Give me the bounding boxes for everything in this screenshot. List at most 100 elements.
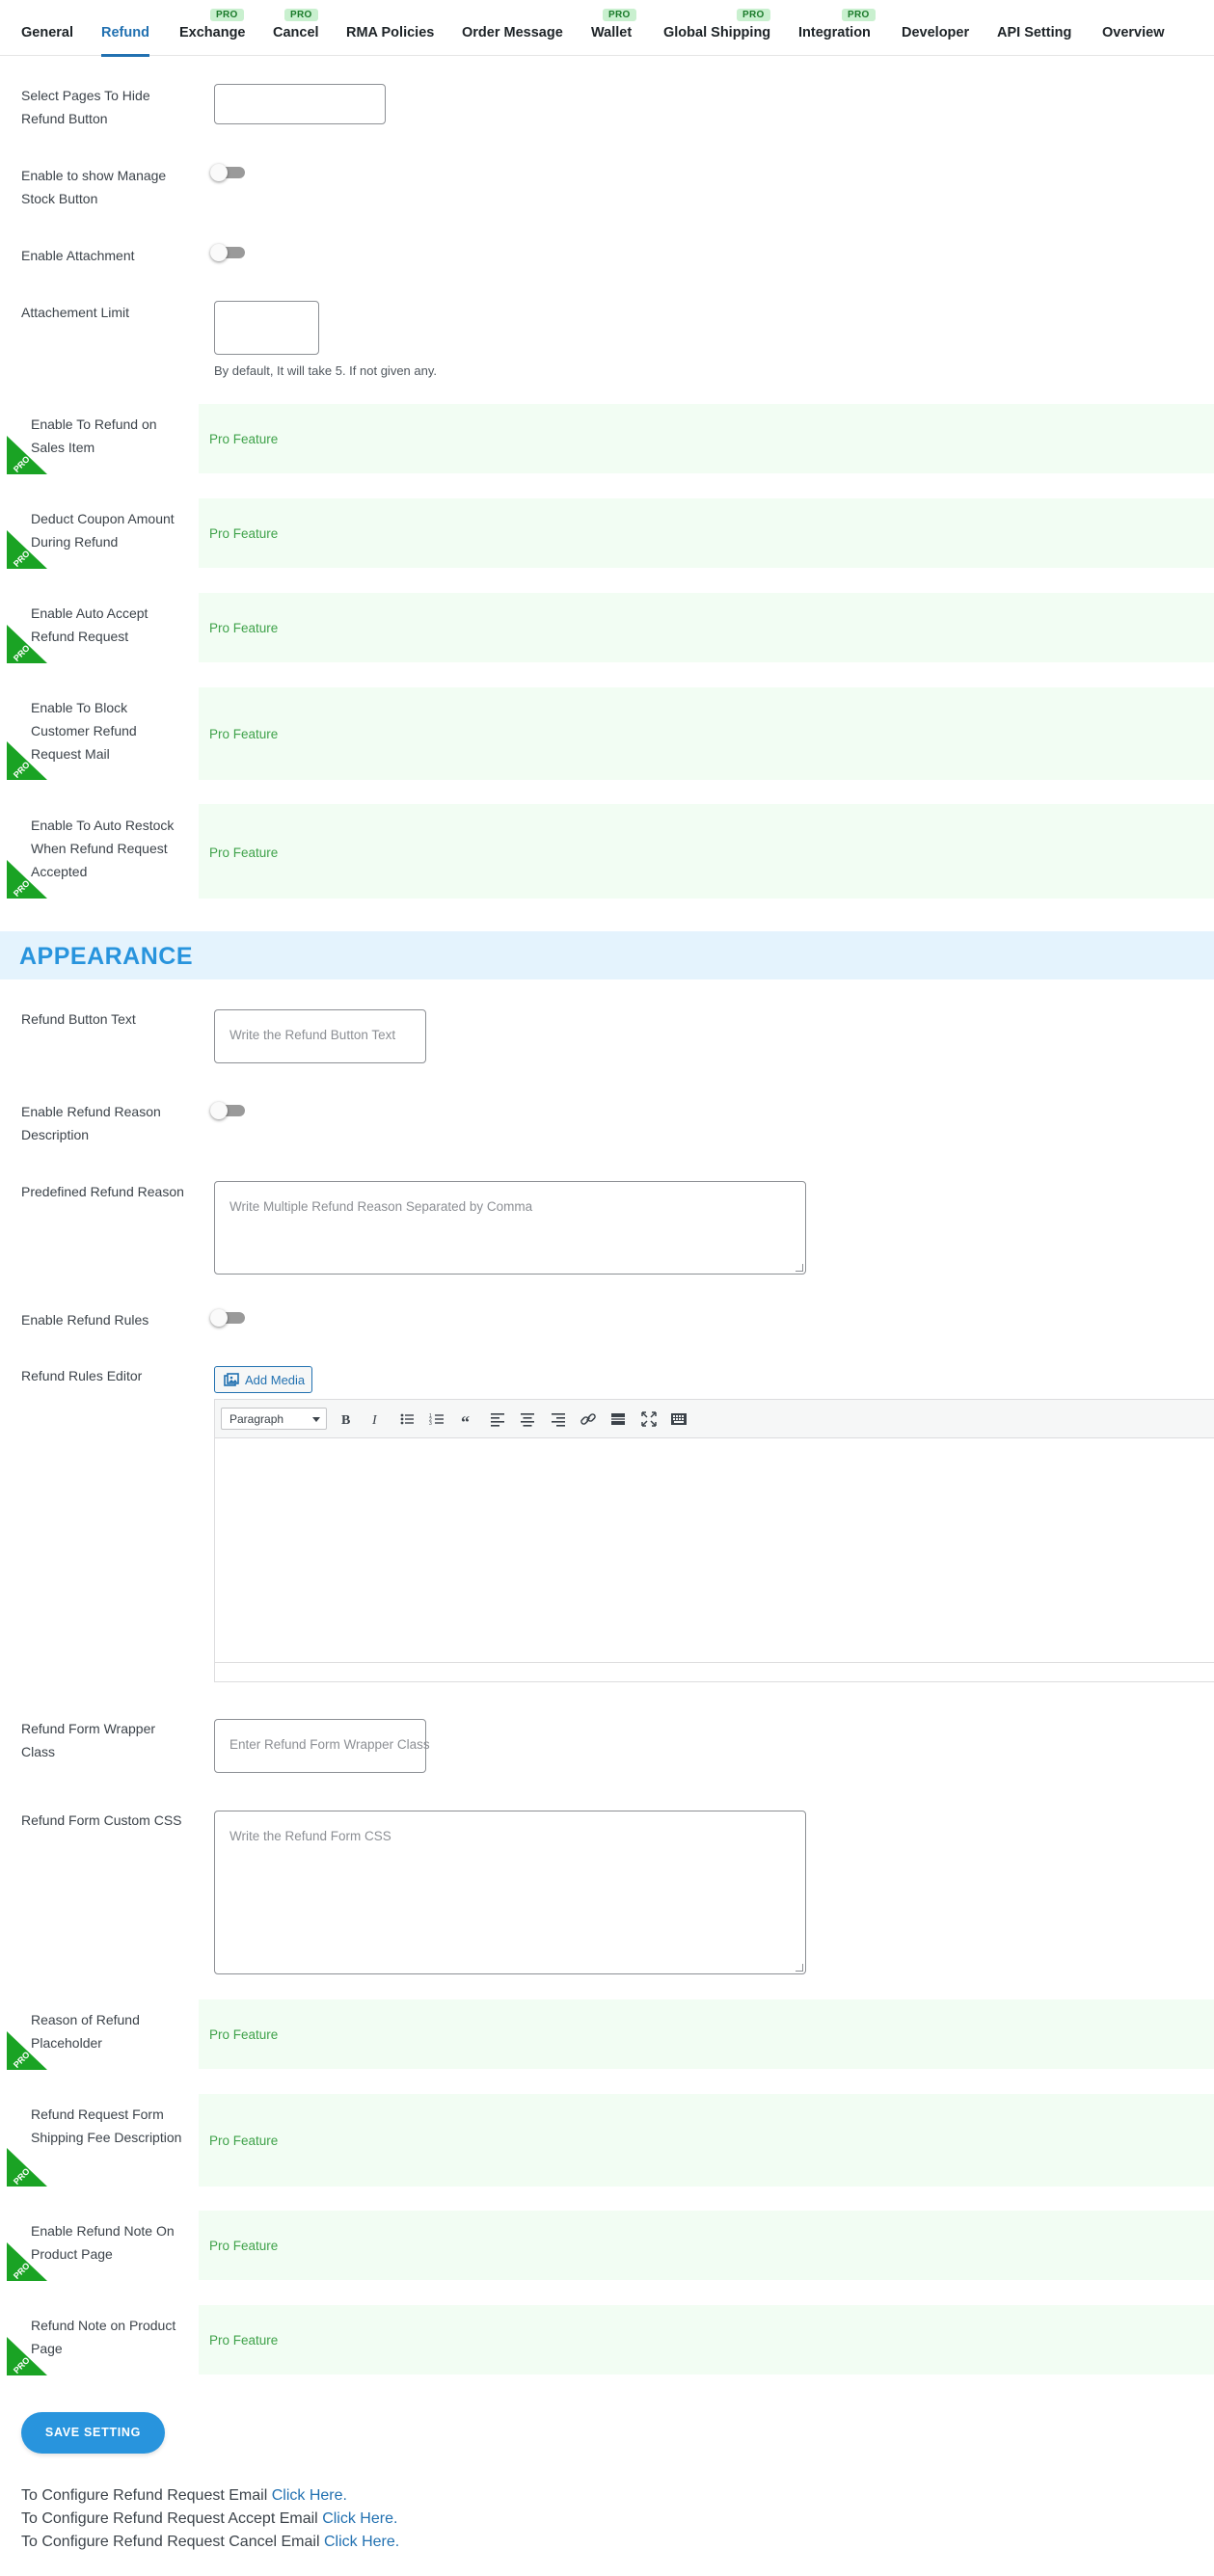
active-tab-indicator [101, 54, 149, 57]
tab-exchange[interactable]: Exchange [179, 25, 246, 40]
tab-wallet[interactable]: Wallet [591, 25, 632, 40]
input-placeholder: Write Multiple Refund Reason Separated b… [229, 1199, 533, 1214]
rules-editor-content[interactable] [215, 1438, 1214, 1664]
pro-corner-ribbon-icon: PRO [7, 2337, 47, 2375]
tab-order-message[interactable]: Order Message [462, 25, 563, 40]
config-cancel-email-text: To Configure Refund Request Cancel Email [21, 2534, 320, 2550]
refund-rules-toggle[interactable] [210, 1309, 245, 1327]
fullscreen-icon[interactable] [639, 1409, 659, 1429]
toolbar-toggle-icon[interactable] [669, 1409, 688, 1429]
add-media-button[interactable]: Add Media [214, 1366, 312, 1393]
pro-badge: PRO [284, 9, 318, 21]
refund-button-text-label: Refund Button Text [21, 1011, 136, 1027]
pro-corner-ribbon-icon: PRO [7, 741, 47, 780]
pro-corner-ribbon-icon: PRO [7, 436, 47, 474]
wrapper-class-input[interactable]: Enter Refund Form Wrapper Class [214, 1719, 430, 1773]
pro-feature-panel: Pro Feature [199, 498, 1214, 568]
svg-text:3: 3 [429, 1421, 432, 1427]
reason-description-label: Enable Refund Reason Description [21, 1104, 161, 1142]
config-accept-email-text: To Configure Refund Request Accept Email [21, 2510, 318, 2527]
pro-corner-ribbon-icon: PRO [7, 530, 47, 569]
auto-restock-label: Enable To Auto Restock When Refund Reque… [31, 818, 175, 879]
blockquote-icon[interactable]: “ [458, 1409, 477, 1432]
config-cancel-email-link[interactable]: Click Here. [324, 2534, 399, 2550]
refund-note-enable-label: Enable Refund Note On Product Page [31, 2223, 175, 2262]
custom-css-label: Refund Form Custom CSS [21, 1812, 182, 1828]
pro-badge: PRO [842, 9, 876, 21]
tab-rma-policies[interactable]: RMA Policies [346, 25, 434, 40]
settings-tab-bar: General Refund PRO Exchange PRO Cancel R… [0, 0, 1214, 57]
svg-text:I: I [371, 1413, 378, 1428]
bullet-list-icon[interactable] [397, 1409, 417, 1429]
toggle-knob [210, 244, 228, 261]
config-email-link[interactable]: Click Here. [272, 2487, 347, 2504]
custom-css-textarea[interactable]: Write the Refund Form CSS [214, 1811, 806, 1974]
refund-button-text-input[interactable]: Write the Refund Button Text [214, 1009, 426, 1063]
appearance-heading: APPEARANCE [19, 943, 194, 970]
pro-feature-text: Pro Feature [209, 2239, 279, 2253]
format-select-value: Paragraph [229, 1412, 284, 1426]
read-more-icon[interactable] [608, 1409, 628, 1429]
pro-feature-text: Pro Feature [209, 621, 279, 635]
config-accept-email-link[interactable]: Click Here. [322, 2510, 397, 2527]
tab-developer[interactable]: Developer [902, 25, 969, 40]
wrapper-class-label: Refund Form Wrapper Class [21, 1721, 156, 1759]
add-media-label: Add Media [245, 1373, 306, 1387]
tab-integration[interactable]: Integration [798, 25, 871, 40]
attachment-limit-help: By default, It will take 5. If not given… [214, 363, 437, 378]
add-media-icon [224, 1373, 239, 1386]
chevron-down-icon [312, 1417, 320, 1422]
deduct-coupon-label: Deduct Coupon Amount During Refund [31, 511, 175, 550]
pro-feature-text: Pro Feature [209, 2133, 279, 2148]
pro-feature-panel: Pro Feature [199, 2211, 1214, 2280]
resize-handle[interactable] [796, 1964, 803, 1972]
pro-feature-text: Pro Feature [209, 432, 279, 446]
attachment-limit-input[interactable] [214, 301, 319, 355]
pro-feature-panel: Pro Feature [199, 2094, 1214, 2187]
tab-general[interactable]: General [21, 25, 73, 40]
link-icon[interactable] [579, 1409, 598, 1429]
attachment-toggle[interactable] [210, 244, 245, 261]
resize-handle[interactable] [796, 1264, 803, 1272]
toggle-knob [210, 1102, 228, 1119]
align-center-icon[interactable] [518, 1409, 537, 1429]
format-select[interactable]: Paragraph [221, 1408, 327, 1430]
pro-feature-text: Pro Feature [209, 845, 279, 860]
bold-icon[interactable]: B [337, 1409, 356, 1429]
block-mail-label: Enable To Block Customer Refund Request … [31, 700, 137, 762]
tab-overview[interactable]: Overview [1102, 25, 1165, 40]
pro-badge: PRO [737, 9, 770, 21]
hide-pages-select[interactable] [214, 84, 386, 124]
pro-badge: PRO [210, 9, 244, 21]
shipping-fee-description-label: Refund Request Form Shipping Fee Descrip… [31, 2106, 182, 2145]
pro-feature-panel: Pro Feature [199, 593, 1214, 662]
tab-refund[interactable]: Refund [101, 25, 149, 40]
pro-feature-text: Pro Feature [209, 2027, 279, 2042]
config-cancel-email-line: To Configure Refund Request Cancel Email… [21, 2534, 399, 2551]
tab-api-setting[interactable]: API Setting [997, 25, 1071, 40]
numbered-list-icon[interactable]: 123 [427, 1409, 446, 1429]
config-email-line: To Configure Refund Request Email Click … [21, 2487, 347, 2505]
manage-stock-toggle[interactable] [210, 164, 245, 181]
align-left-icon[interactable] [488, 1409, 507, 1429]
refund-sales-item-label: Enable To Refund on Sales Item [31, 416, 157, 455]
pro-feature-panel: Pro Feature [199, 687, 1214, 780]
predefined-reason-textarea[interactable]: Write Multiple Refund Reason Separated b… [214, 1181, 806, 1275]
refund-note-label: Refund Note on Product Page [31, 2318, 176, 2356]
save-setting-label: SAVE SETTING [44, 2426, 142, 2439]
reason-description-toggle[interactable] [210, 1102, 245, 1119]
pro-corner-ribbon-icon: PRO [7, 2031, 47, 2070]
save-setting-button[interactable]: SAVE SETTING [21, 2412, 165, 2454]
italic-icon[interactable]: I [366, 1409, 386, 1429]
appearance-section-header: APPEARANCE [0, 931, 1214, 979]
hide-pages-label: Select Pages To Hide Refund Button [21, 88, 150, 126]
refund-rules-label: Enable Refund Rules [21, 1312, 149, 1328]
input-placeholder: Write the Refund Button Text [229, 1028, 396, 1042]
tab-global-shipping[interactable]: Global Shipping [663, 25, 770, 40]
pro-feature-text: Pro Feature [209, 727, 279, 741]
pro-feature-panel: Pro Feature [199, 1999, 1214, 2069]
tab-cancel[interactable]: Cancel [273, 25, 319, 40]
svg-text:B: B [341, 1413, 350, 1428]
editor-toolbar: Paragraph B I 123 “ [215, 1400, 1214, 1438]
align-right-icon[interactable] [549, 1409, 568, 1429]
